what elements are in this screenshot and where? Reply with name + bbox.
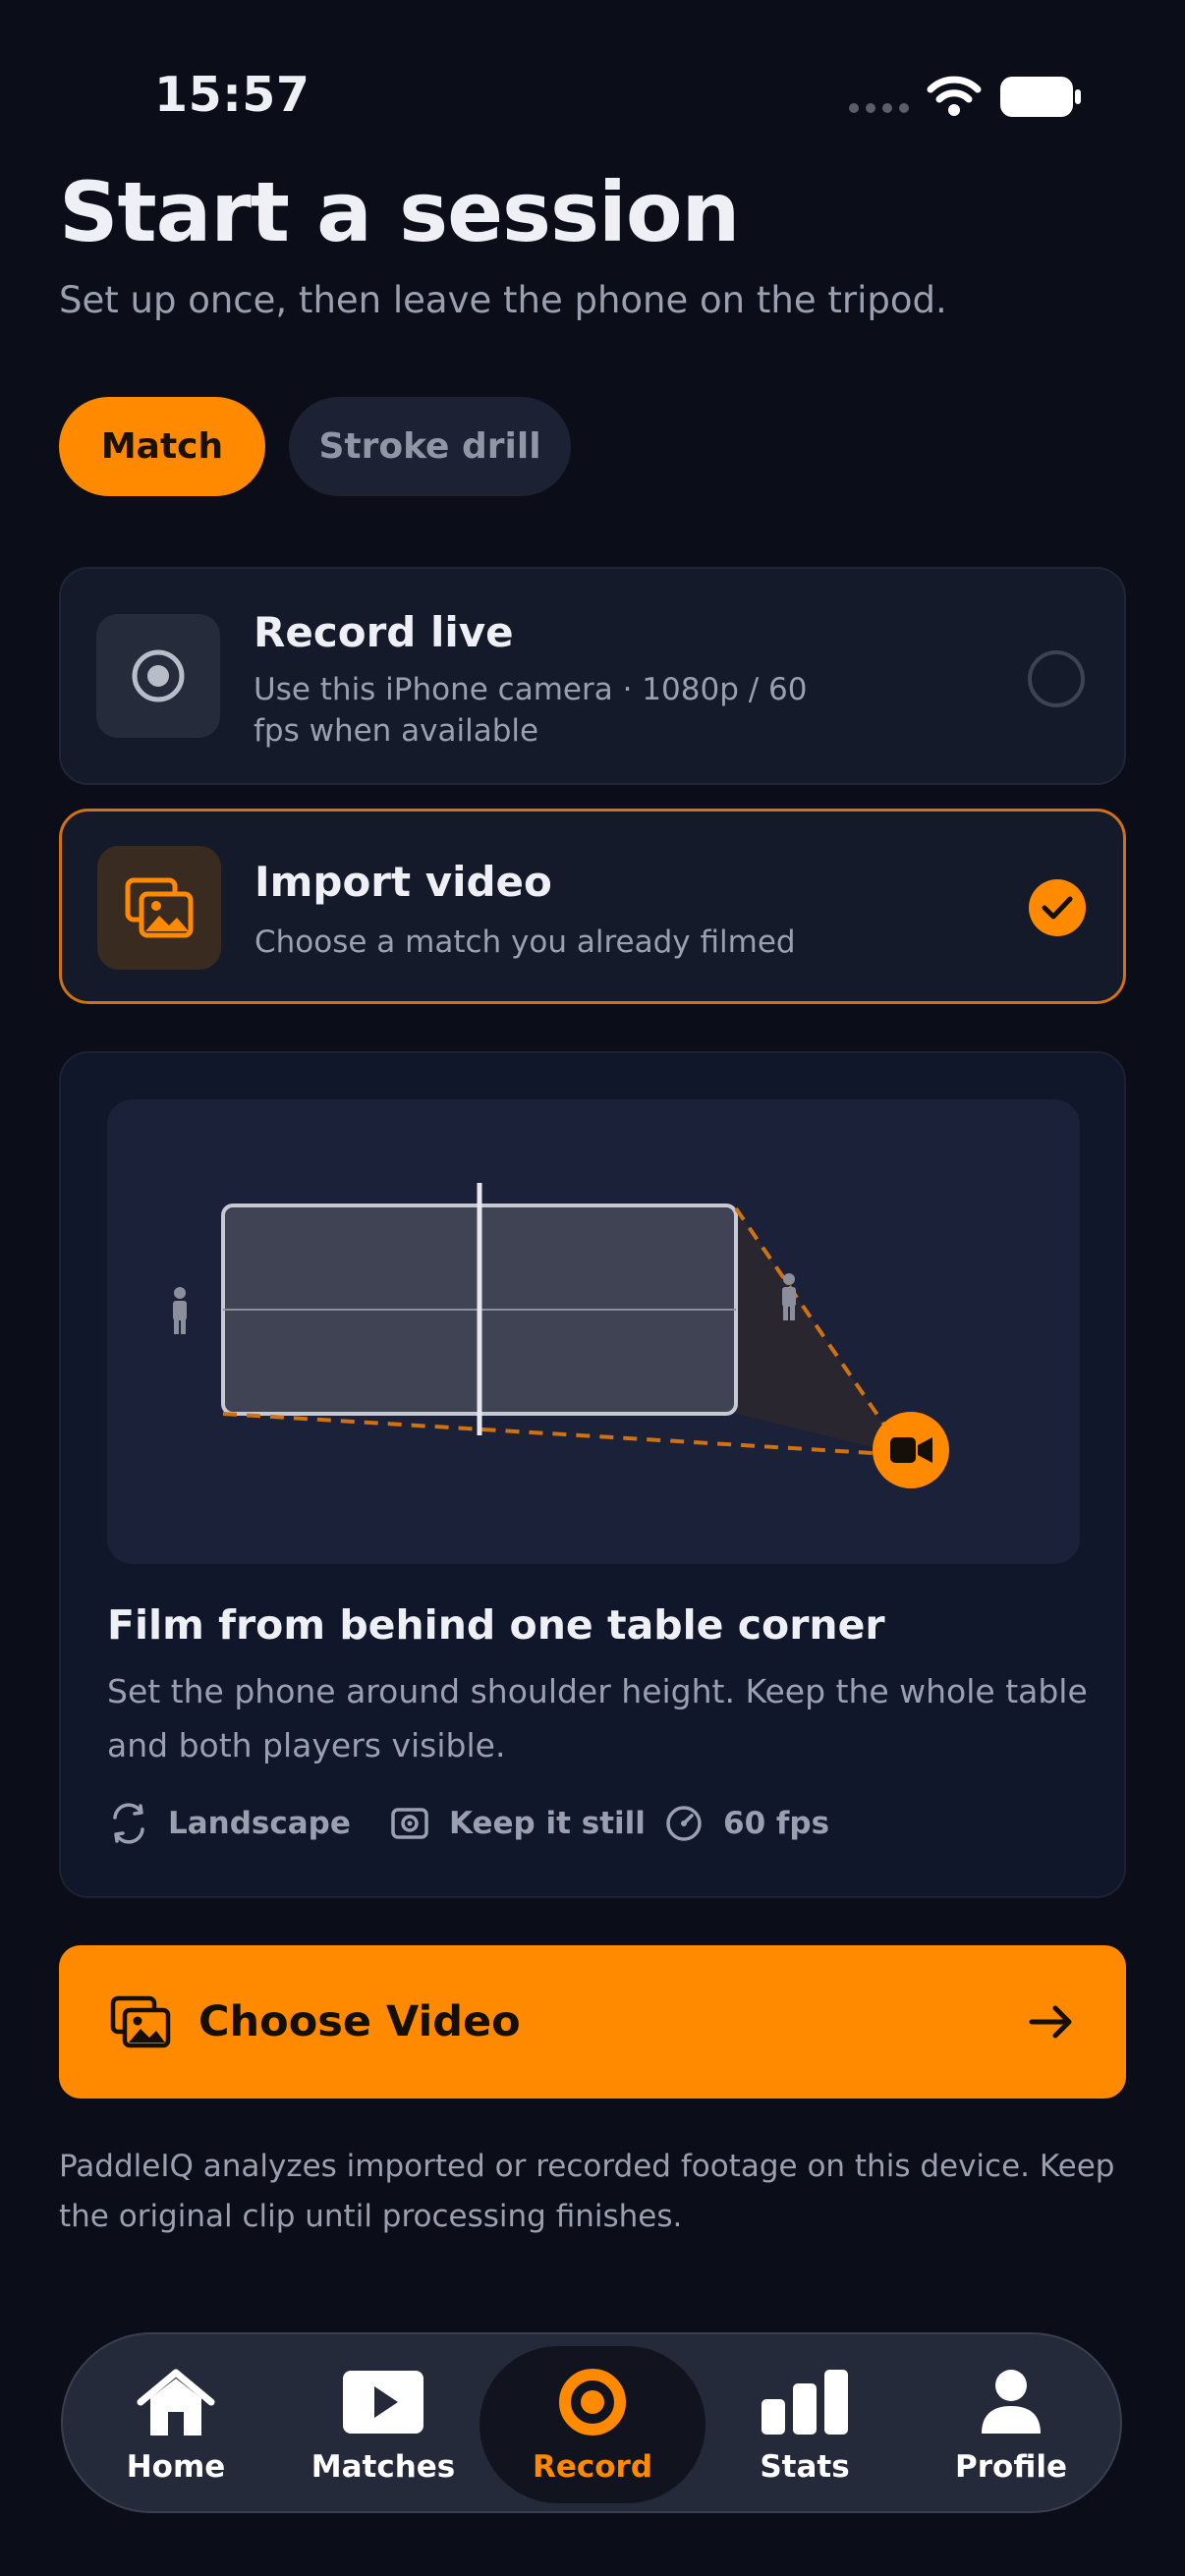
wifi-icon [927, 76, 982, 116]
choose-video-button[interactable]: Choose Video [59, 1945, 1126, 2099]
option-description: Choose a match you already filmed [254, 924, 796, 960]
tip-chip-landscape: Landscape [107, 1802, 351, 1845]
tab-record[interactable]: Record [480, 2346, 705, 2503]
person-icon [982, 2370, 1041, 2434]
tab-label: Matches [310, 2449, 456, 2485]
footnote: PaddleIQ analyzes imported or recorded f… [59, 2149, 1115, 2234]
segment-match[interactable]: Match [59, 397, 265, 496]
arrow-right-icon [1029, 2005, 1072, 2039]
tips-title: Film from behind one table corner [107, 1601, 885, 1649]
option-title: Import video [254, 858, 552, 906]
tip-chip-fps: 60 fps [662, 1802, 829, 1845]
tab-stats[interactable]: Stats [731, 2334, 878, 2515]
option-title: Record live [254, 608, 514, 656]
checkmark-icon [1042, 896, 1073, 920]
choose-video-label: Choose Video [198, 1997, 521, 2046]
segment-stroke-drill[interactable]: Stroke drill [289, 397, 571, 496]
photo-library-icon [110, 1995, 171, 2048]
stabilize-icon [391, 1808, 428, 1839]
photo-library-icon [97, 846, 221, 970]
tab-label: Home [126, 2449, 226, 2485]
table-camera-diagram [107, 1099, 1080, 1564]
tab-label: Record [532, 2449, 653, 2485]
option-record-live[interactable]: Record live Use this iPhone camera · 108… [59, 567, 1126, 785]
tip-chip-label: 60 fps [723, 1806, 830, 1841]
page-subtitle: Set up once, then leave the phone on the… [59, 279, 947, 321]
player-left-icon [173, 1287, 187, 1334]
cellular-signal-icon [849, 103, 909, 113]
bar-chart-icon [762, 2370, 848, 2435]
filming-tips-card: Film from behind one table corner Set th… [59, 1051, 1126, 1898]
radio-unselected[interactable] [1028, 650, 1085, 707]
rotate-icon [113, 1803, 144, 1844]
tab-label: Stats [760, 2449, 850, 2485]
tab-bar: Home Matches Record Stats Profile [61, 2332, 1122, 2513]
radio-selected[interactable] [1029, 879, 1086, 936]
tab-profile[interactable]: Profile [928, 2334, 1095, 2515]
record-camera-icon [96, 614, 220, 738]
battery-icon [1000, 77, 1081, 117]
play-icon [343, 2371, 423, 2434]
camera-position-icon [873, 1412, 949, 1488]
tip-chip-keep-still: Keep it still [388, 1802, 646, 1845]
tips-description: Set the phone around shoulder height. Ke… [107, 1672, 1088, 1764]
tip-chip-label: Landscape [168, 1806, 351, 1841]
tab-matches[interactable]: Matches [305, 2334, 462, 2515]
speed-gauge-icon [666, 1806, 702, 1841]
home-icon [137, 2369, 215, 2436]
option-import-video[interactable]: Import video Choose a match you already … [59, 809, 1126, 1004]
tab-home[interactable]: Home [102, 2334, 250, 2515]
status-time: 15:57 [154, 67, 310, 123]
tab-label: Profile [955, 2449, 1067, 2485]
record-icon [559, 2369, 626, 2436]
tip-chip-label: Keep it still [449, 1806, 646, 1841]
option-description: Use this iPhone camera · 1080p / 60 fps … [254, 672, 808, 749]
page-title: Start a session [59, 164, 740, 260]
